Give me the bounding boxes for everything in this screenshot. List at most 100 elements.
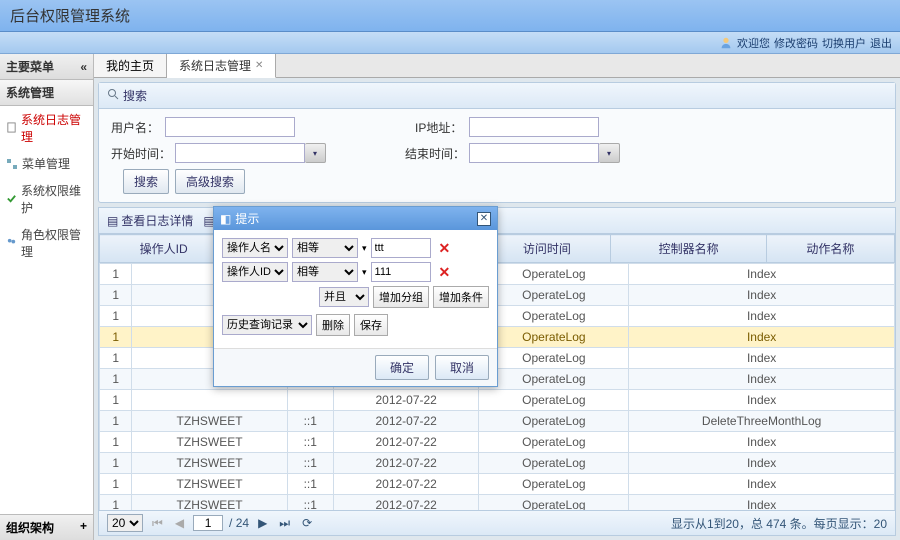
table-cell: 1 (100, 264, 132, 285)
table-cell: 1 (100, 411, 132, 432)
table-cell: ::1 (287, 411, 333, 432)
table-cell: ::1 (287, 474, 333, 495)
refresh-button[interactable]: ⟳ (299, 516, 315, 530)
table-cell: TZHSWEET (132, 411, 287, 432)
save-history-button[interactable]: 保存 (354, 314, 388, 336)
start-input[interactable] (175, 143, 305, 163)
table-row[interactable]: 1TZHSWEET::12012-07-22OperateLogIndex (100, 432, 895, 453)
dialog-title: 提示 (235, 210, 259, 227)
table-cell: Index (629, 453, 895, 474)
column-header[interactable]: 控制器名称 (611, 235, 766, 263)
column-header[interactable]: 操作人ID (100, 235, 228, 263)
table-cell: 2012-07-22 (333, 390, 479, 411)
table-cell: 2012-07-22 (333, 411, 479, 432)
sidebar-item-perm[interactable]: 系统权限维护 (0, 177, 93, 221)
table-cell: DeleteThreeMonthLog (629, 411, 895, 432)
table-row[interactable]: 1TZHSWEET::12012-07-22OperateLogDeleteTh… (100, 411, 895, 432)
add-group-button[interactable]: 增加分组 (373, 286, 429, 308)
table-cell: ::1 (287, 495, 333, 511)
doc-icon (6, 122, 17, 134)
first-page-button[interactable]: ⏮ (149, 516, 166, 531)
search-button[interactable]: 搜索 (123, 169, 169, 194)
sidebar-item-syslog[interactable]: 系统日志管理 (0, 106, 93, 150)
table-cell: OperateLog (479, 495, 629, 511)
prev-page-button[interactable]: ◀ (172, 516, 187, 530)
change-password-link[interactable]: 修改密码 (774, 35, 818, 51)
table-cell: 1 (100, 327, 132, 348)
cancel-button[interactable]: 取消 (435, 355, 489, 380)
column-header[interactable]: 动作名称 (766, 235, 894, 263)
table-cell: 2012-07-22 (333, 432, 479, 453)
page-size-select[interactable]: 20 (107, 514, 143, 532)
table-cell: Index (629, 474, 895, 495)
collapse-button[interactable]: « (80, 60, 87, 74)
search-icon (107, 88, 119, 103)
add-cond-button[interactable]: 增加条件 (433, 286, 489, 308)
ip-input[interactable] (469, 117, 599, 137)
table-cell: TZHSWEET (132, 474, 287, 495)
delete-cond-button[interactable]: ✕ (435, 264, 455, 281)
table-cell: TZHSWEET (132, 495, 287, 511)
field-select[interactable]: 操作人ID (222, 262, 288, 282)
table-row[interactable]: 12012-07-22OperateLogIndex (100, 390, 895, 411)
table-cell: ::1 (287, 453, 333, 474)
field-select[interactable]: 操作人名称 (222, 238, 288, 258)
view-detail-button[interactable]: ▤查看日志详情 (107, 212, 193, 229)
sidebar-item-menu[interactable]: 菜单管理 (0, 150, 93, 177)
tab-label: 我的主页 (106, 57, 154, 74)
app-header: 后台权限管理系统 (0, 0, 900, 32)
history-select[interactable]: 历史查询记录 (222, 315, 312, 335)
table-cell: OperateLog (479, 453, 629, 474)
tab-label: 系统日志管理 (179, 57, 251, 74)
delete-history-button[interactable]: 删除 (316, 314, 350, 336)
sidebar-section[interactable]: 系统管理 (0, 80, 93, 106)
ok-button[interactable]: 确定 (375, 355, 429, 380)
table-cell: 1 (100, 432, 132, 453)
doc-icon: ▤ (107, 214, 118, 228)
table-cell: Index (629, 264, 895, 285)
chevron-down-icon[interactable]: ▾ (362, 243, 367, 254)
table-cell: 2012-07-22 (333, 495, 479, 511)
logout-link[interactable]: 退出 (870, 35, 892, 51)
next-page-button[interactable]: ▶ (255, 516, 270, 530)
table-row[interactable]: 1TZHSWEET::12012-07-22OperateLogIndex (100, 453, 895, 474)
table-cell: 1 (100, 348, 132, 369)
close-button[interactable]: ✕ (477, 212, 491, 226)
last-page-button[interactable]: ⏭ (276, 516, 293, 531)
username-label: 用户名： (111, 119, 161, 136)
value-input[interactable] (371, 262, 431, 282)
table-cell: Index (629, 432, 895, 453)
tab-syslog[interactable]: 系统日志管理 ✕ (167, 54, 276, 78)
sidebar-item-role[interactable]: 角色权限管理 (0, 221, 93, 265)
table-cell: 1 (100, 474, 132, 495)
calendar-icon[interactable]: ▾ (599, 143, 620, 163)
username-input[interactable] (165, 117, 295, 137)
op-select[interactable]: 相等 (292, 262, 358, 282)
tab-bar: 我的主页 系统日志管理 ✕ (94, 54, 900, 78)
chevron-down-icon[interactable]: ▾ (362, 267, 367, 278)
info-icon: ◧ (220, 212, 231, 226)
logic-select[interactable]: 并且 (319, 287, 369, 307)
sidebar: 主要菜单 « 系统管理 系统日志管理 菜单管理 系统权限维护 角色权限管理 组织 (0, 54, 94, 540)
sidebar-item-label: 系统日志管理 (21, 111, 87, 145)
calendar-icon[interactable]: ▾ (305, 143, 326, 163)
expand-button[interactable]: + (80, 519, 87, 536)
adv-search-button[interactable]: 高级搜索 (175, 169, 245, 194)
table-cell: OperateLog (479, 348, 629, 369)
table-cell: 1 (100, 369, 132, 390)
close-icon[interactable]: ✕ (255, 60, 263, 71)
end-input[interactable] (469, 143, 599, 163)
table-row[interactable]: 1TZHSWEET::12012-07-22OperateLogIndex (100, 495, 895, 511)
op-select[interactable]: 相等 (292, 238, 358, 258)
sidebar-footer[interactable]: 组织架构 + (0, 514, 93, 540)
column-header[interactable]: 访问时间 (483, 235, 611, 263)
page-input[interactable] (193, 515, 223, 531)
top-toolbar: 欢迎您 修改密码 切换用户 退出 (0, 32, 900, 54)
delete-cond-button[interactable]: ✕ (435, 240, 455, 257)
table-cell: OperateLog (479, 390, 629, 411)
table-row[interactable]: 1TZHSWEET::12012-07-22OperateLogIndex (100, 474, 895, 495)
switch-user-link[interactable]: 切换用户 (822, 35, 866, 51)
value-input[interactable] (371, 238, 431, 258)
dialog-header[interactable]: ◧ 提示 ✕ (214, 207, 497, 230)
tab-home[interactable]: 我的主页 (94, 54, 167, 77)
